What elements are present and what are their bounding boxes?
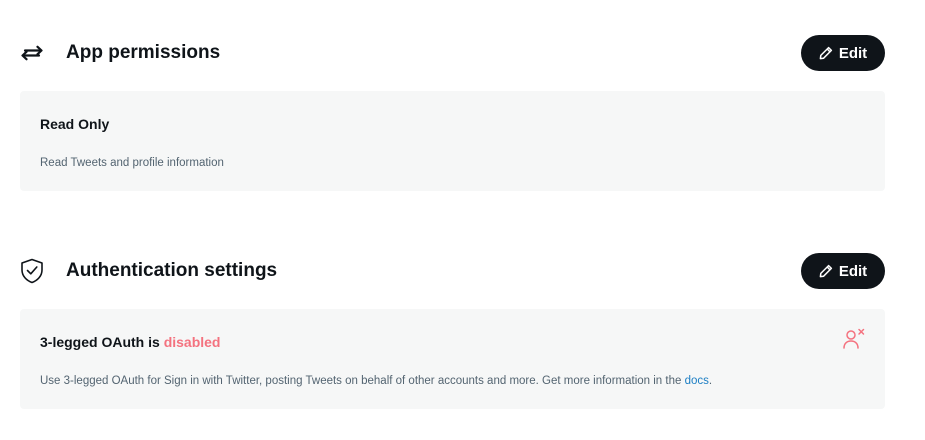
arrows-exchange-icon (20, 41, 44, 65)
authentication-title: Authentication settings (66, 260, 278, 281)
authentication-section: Authentication settings Edit 3-legged OA… (20, 253, 885, 409)
oauth-status-title: 3-legged OAuth is disabled (40, 333, 220, 351)
oauth-title-prefix: 3-legged OAuth is (40, 334, 160, 350)
shield-check-icon (20, 258, 44, 284)
permission-description: Read Tweets and profile information (40, 157, 224, 169)
edit-permissions-button[interactable]: Edit (801, 35, 885, 71)
oauth-status-badge: disabled (163, 334, 221, 350)
edit-authentication-button[interactable]: Edit (801, 253, 885, 289)
pencil-icon (819, 46, 833, 60)
app-permissions-header: App permissions Edit (20, 35, 885, 71)
app-permissions-section: App permissions Edit Read Only Read Twee… (20, 35, 885, 191)
edit-authentication-label: Edit (838, 262, 868, 280)
oauth-description: Use 3-legged OAuth for Sign in with Twit… (40, 374, 712, 388)
permission-level: Read Only (40, 116, 110, 132)
app-permissions-title: App permissions (66, 42, 221, 63)
edit-permissions-label: Edit (838, 44, 868, 62)
oauth-description-text: Use 3-legged OAuth for Sign in with Twit… (40, 375, 682, 387)
authentication-header: Authentication settings Edit (20, 253, 885, 289)
docs-link[interactable]: docs (685, 375, 709, 387)
oauth-card: 3-legged OAuth is disabled Use 3-legged … (20, 309, 885, 409)
permissions-card: Read Only Read Tweets and profile inform… (20, 91, 885, 191)
oauth-description-suffix: . (708, 375, 713, 387)
user-x-icon (842, 327, 866, 351)
pencil-icon (819, 264, 833, 278)
